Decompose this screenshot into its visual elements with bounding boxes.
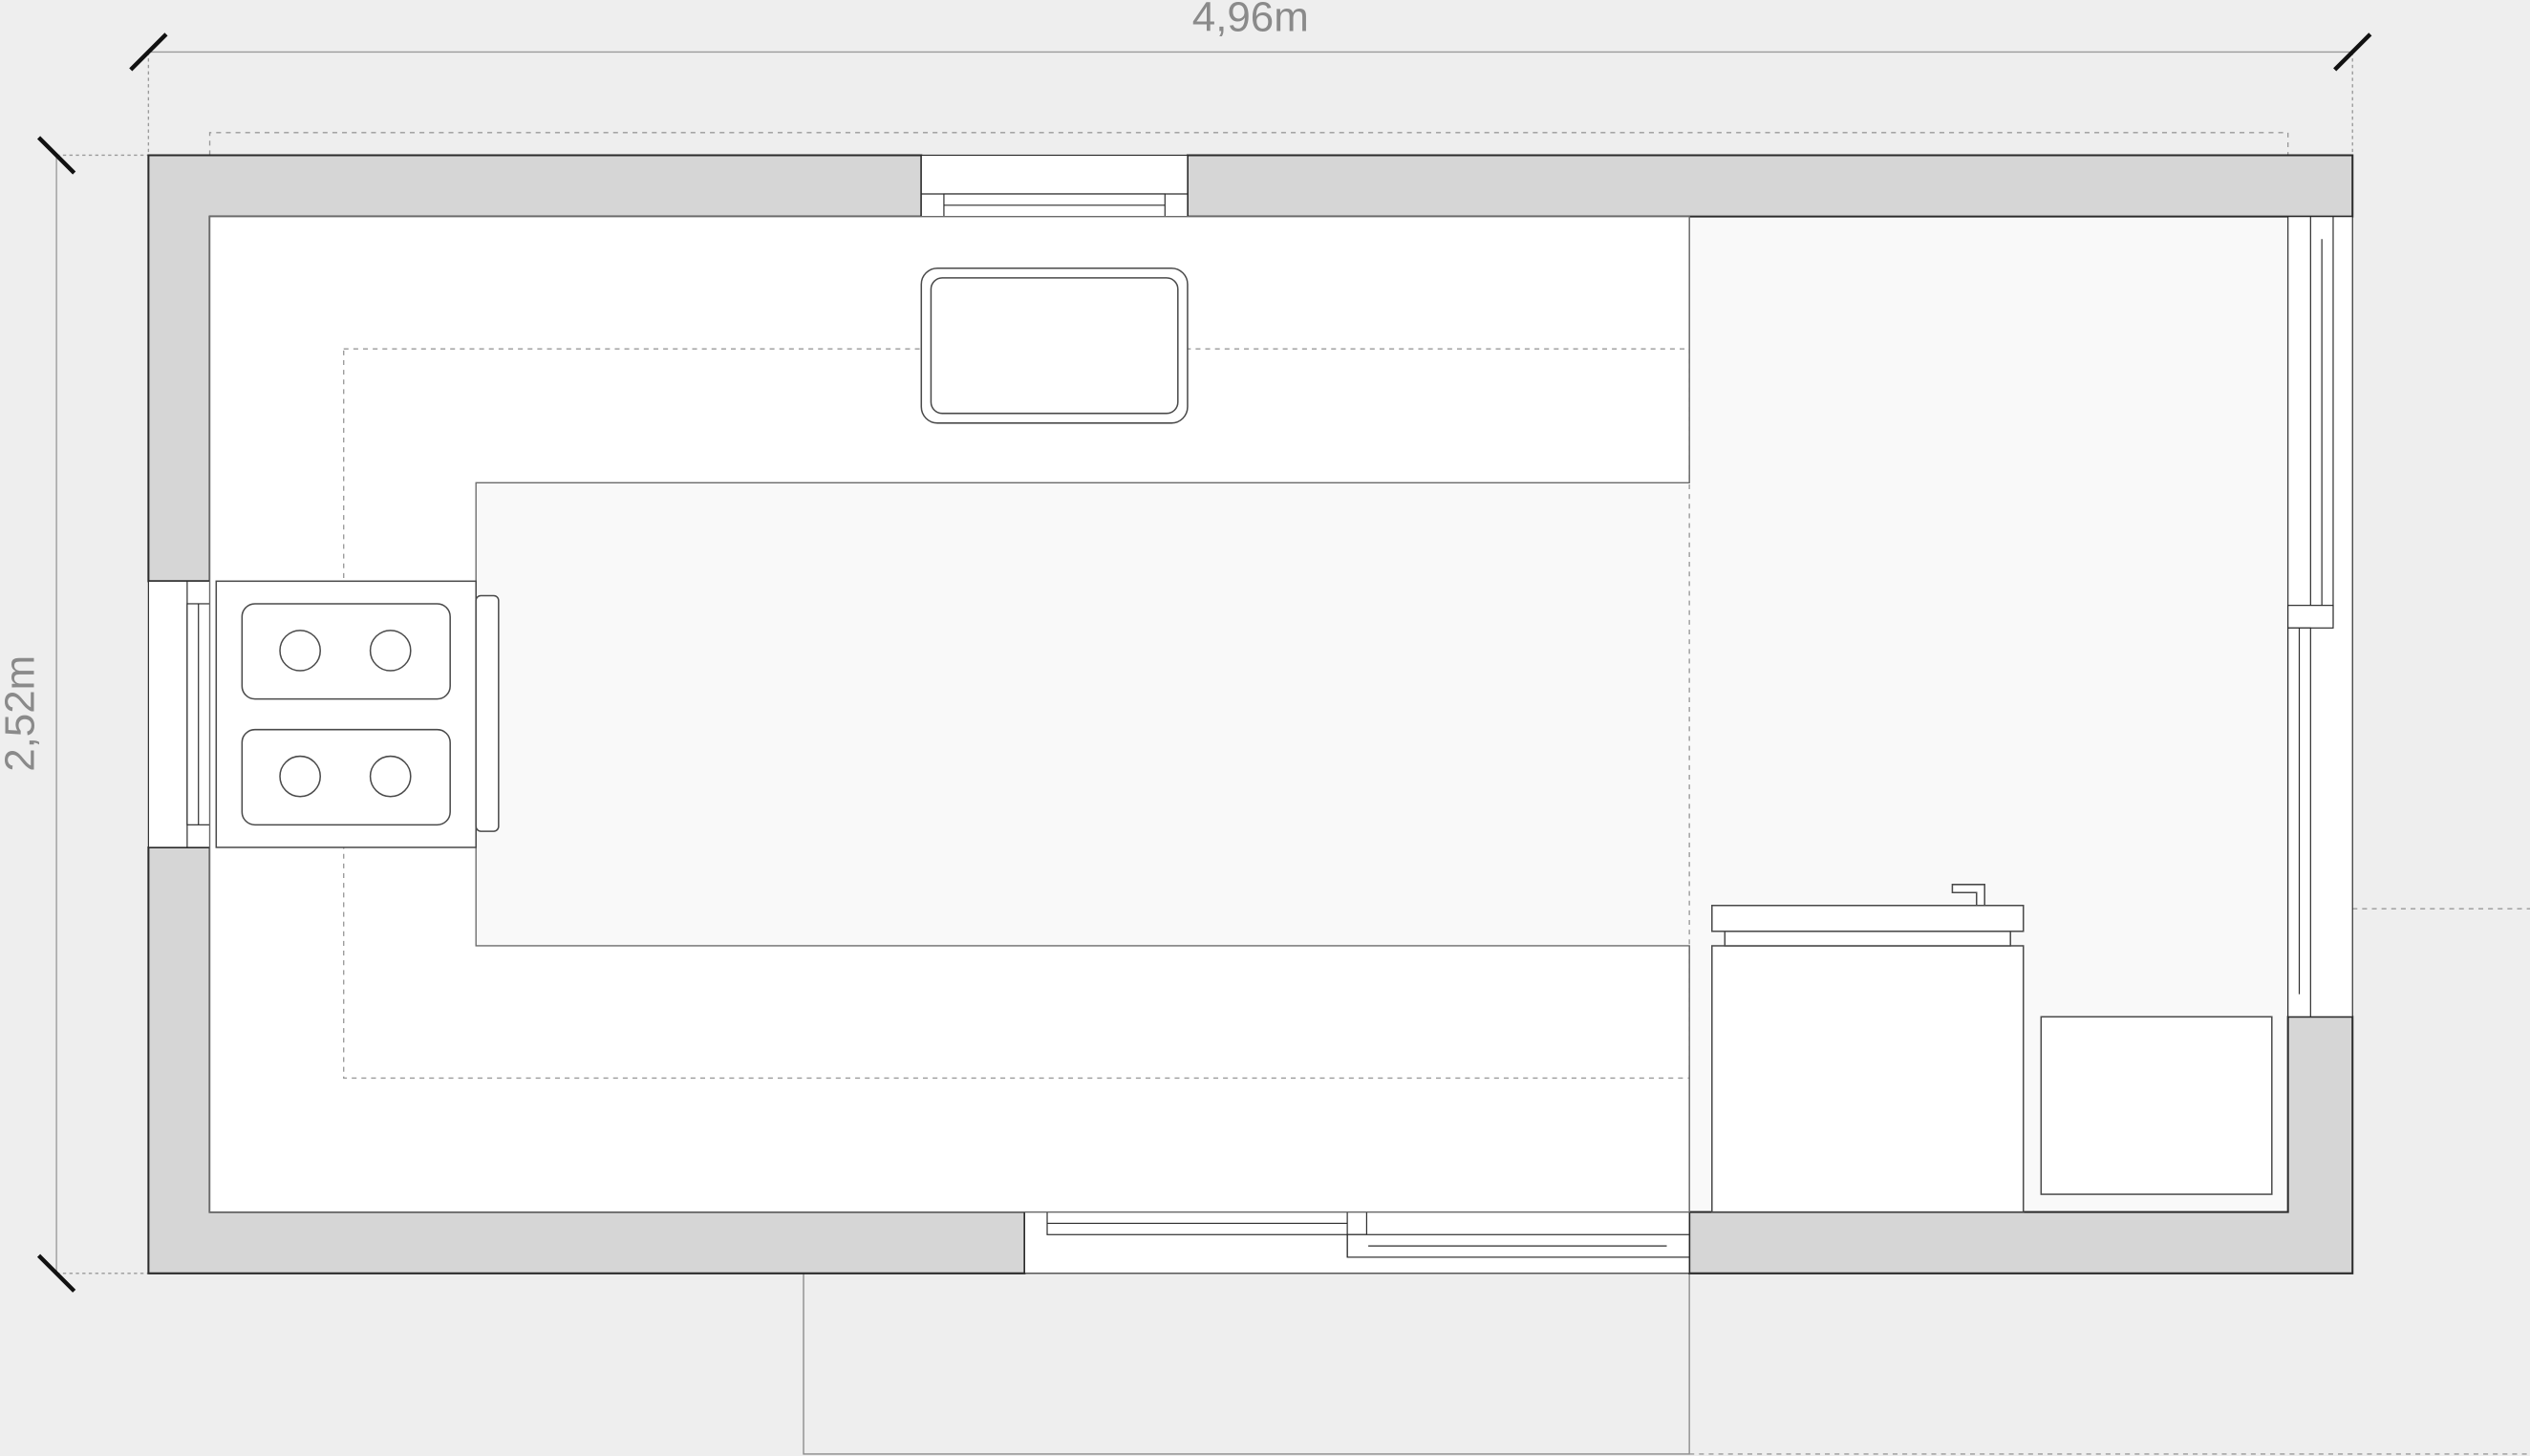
- sink-icon: [920, 267, 1189, 424]
- left-window: [147, 580, 211, 848]
- burner-icon: [369, 630, 412, 672]
- vanity-cabinet: [1711, 884, 2025, 1213]
- burner-icon: [279, 755, 321, 798]
- right-sliding-window: [2287, 216, 2353, 1017]
- width-dimension-label: 4,96m: [1192, 0, 1309, 40]
- cooktop-icon: [215, 580, 500, 848]
- bottom-sliding-door: [1023, 1211, 1690, 1274]
- top-window: [920, 154, 1189, 218]
- burner-icon: [279, 630, 321, 672]
- kitchen-floor-plan: 4,96m 2,52m: [0, 0, 2530, 1456]
- burner-icon: [369, 755, 412, 798]
- storage-cabinet: [2040, 1016, 2273, 1195]
- floor-plan-drawing: 4,96m 2,52m: [0, 0, 2530, 1456]
- height-dimension-label: 2,52m: [0, 655, 43, 772]
- wall-top-right: [1186, 154, 2354, 218]
